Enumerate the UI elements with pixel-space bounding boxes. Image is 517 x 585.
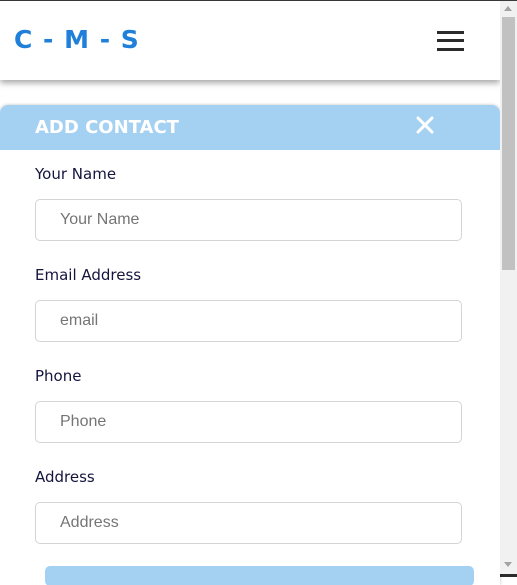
submit-button[interactable] xyxy=(45,566,474,585)
logo[interactable]: C - M - S xyxy=(14,25,140,54)
hamburger-line xyxy=(437,48,464,51)
name-label: Your Name xyxy=(35,165,117,183)
address-label: Address xyxy=(35,468,95,486)
email-input[interactable] xyxy=(35,300,462,342)
phone-input[interactable] xyxy=(35,401,462,443)
add-contact-modal: ADD CONTACT Your Name Email Address Phon… xyxy=(0,105,500,585)
close-icon[interactable] xyxy=(412,113,438,139)
modal-header: ADD CONTACT xyxy=(0,105,500,150)
hamburger-line xyxy=(437,31,464,34)
navbar: C - M - S xyxy=(0,1,500,80)
name-input[interactable] xyxy=(35,199,462,241)
modal-title: ADD CONTACT xyxy=(35,117,179,138)
scroll-down-arrow-icon[interactable] xyxy=(504,562,512,567)
scroll-up-arrow-icon[interactable] xyxy=(504,6,512,11)
email-label: Email Address xyxy=(35,266,142,284)
scrollbar[interactable] xyxy=(500,1,517,574)
address-input[interactable] xyxy=(35,502,462,544)
hamburger-menu-icon[interactable] xyxy=(437,31,464,51)
hamburger-line xyxy=(437,39,464,42)
scrollbar-thumb[interactable] xyxy=(502,17,515,270)
phone-label: Phone xyxy=(35,367,82,385)
